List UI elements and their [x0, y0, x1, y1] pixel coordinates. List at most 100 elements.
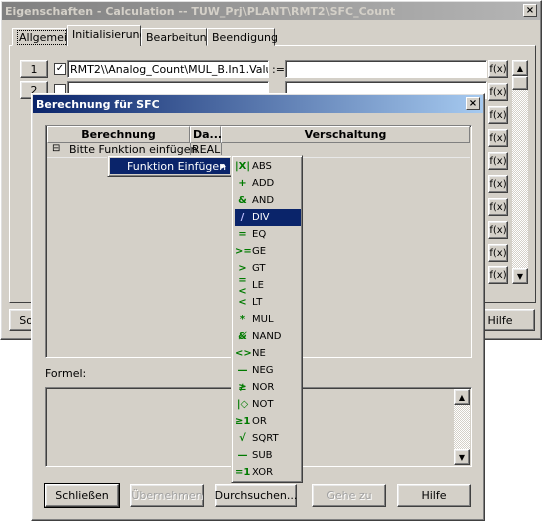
properties-close-button[interactable]: × — [523, 4, 537, 17]
scroll-down-button[interactable]: ▼ — [512, 268, 528, 284]
tab-allgemein[interactable]: Allgemein — [12, 28, 76, 46]
properties-titlebar[interactable]: Eigenschaften - Calculation -- TUW_Prj\P… — [2, 2, 540, 20]
submenu-item-lt[interactable]: < LT — [235, 294, 301, 311]
submenu-item-ne[interactable]: <> NE — [235, 345, 301, 362]
fx-button[interactable]: f(x) — [488, 106, 508, 124]
row-checkbox[interactable]: ✓ — [54, 63, 66, 75]
close-icon: × — [468, 98, 478, 109]
row-target-field[interactable] — [285, 60, 487, 78]
function-submenu: |X| ABS + ADD & AND / DIV = EQ >= GE > GT =< LE … — [231, 155, 303, 483]
fx-button[interactable]: f(x) — [488, 198, 508, 216]
row-number-button[interactable]: 1 — [20, 60, 48, 78]
submenu-item-xor[interactable]: =1 XOR — [235, 464, 301, 481]
submenu-item-label: NEG — [252, 365, 274, 376]
column-header-berechnung[interactable]: Berechnung — [47, 126, 190, 143]
submenu-item-nand[interactable]: &̸ NAND — [235, 328, 301, 345]
fx-label: f(x) — [489, 86, 507, 98]
submenu-item-label: ADD — [252, 178, 275, 189]
submenu-arrow-icon: ▸ — [220, 160, 226, 172]
tab-initialisierung-label: Initialisierung — [72, 28, 147, 41]
down-arrow-icon: ▼ — [516, 271, 524, 281]
scroll-down-button[interactable]: ▼ — [454, 449, 470, 465]
fx-button[interactable]: f(x) — [488, 244, 508, 262]
fx-button[interactable]: f(x) — [488, 60, 508, 78]
submenu-item-label: GT — [252, 263, 266, 274]
submenu-item-label: ABS — [252, 161, 272, 172]
scroll-thumb[interactable] — [512, 76, 528, 90]
help-button-label: Hilfe — [487, 313, 513, 327]
or-icon: ≥1 — [235, 416, 251, 427]
column-header-label: Da... — [193, 128, 223, 141]
properties-title: Eigenschaften - Calculation -- TUW_Prj\P… — [5, 4, 396, 18]
fx-button[interactable]: f(x) — [488, 83, 508, 101]
submenu-item-not[interactable]: |◇ NOT — [235, 396, 301, 413]
submenu-item-label: LE — [252, 280, 264, 291]
submenu-item-abs[interactable]: |X| ABS — [235, 158, 301, 175]
scroll-up-button[interactable]: ▲ — [454, 389, 470, 405]
submenu-item-or[interactable]: ≥1 OR — [235, 413, 301, 430]
dialog-title: Berechnung für SFC — [36, 97, 160, 111]
goto-label: Gehe zu — [326, 489, 372, 502]
fx-label: f(x) — [489, 178, 507, 190]
close-icon: × — [525, 5, 535, 16]
browse-button[interactable]: Durchsuchen... — [215, 484, 297, 507]
goto-button[interactable]: Gehe zu — [312, 484, 386, 507]
sub-icon: — — [237, 450, 248, 461]
fx-label: f(x) — [489, 132, 507, 144]
close-dialog-button[interactable]: Schließen — [44, 483, 120, 508]
fx-button[interactable]: f(x) — [488, 152, 508, 170]
up-arrow-icon: ▲ — [458, 392, 466, 402]
submenu-item-label: XOR — [252, 467, 274, 478]
submenu-item-nor[interactable]: ≱ NOR — [235, 379, 301, 396]
fx-button[interactable]: f(x) — [488, 129, 508, 147]
mul-icon: * — [239, 314, 246, 325]
and-icon: & — [238, 195, 247, 206]
nand-icon: &̸ — [238, 331, 247, 342]
lt-icon: < — [238, 297, 247, 308]
xor-icon: =1 — [235, 467, 251, 478]
apply-label: Übernehmen — [131, 489, 203, 502]
fx-button[interactable]: f(x) — [488, 221, 508, 239]
fx-button[interactable]: f(x) — [488, 175, 508, 193]
column-header-datatype[interactable]: Da... — [190, 126, 223, 143]
dialog-titlebar[interactable]: Berechnung für SFC — [33, 95, 483, 113]
submenu-item-neg[interactable]: — NEG — [235, 362, 301, 379]
submenu-item-sqrt[interactable]: √ SQRT — [235, 430, 301, 447]
tab-bearbeitung[interactable]: Bearbeitung — [141, 28, 214, 46]
submenu-item-label: LT — [252, 297, 263, 308]
column-header-verschaltung[interactable]: Verschaltung — [221, 126, 470, 143]
gt-icon: > — [238, 263, 247, 274]
tab-beendigung-label: Beendigung — [212, 31, 278, 44]
submenu-item-div[interactable]: / DIV — [235, 209, 301, 226]
submenu-item-label: NE — [252, 348, 266, 359]
fx-label: f(x) — [489, 63, 507, 75]
tab-initialisierung[interactable]: Initialisierung — [67, 25, 147, 46]
submenu-item-mul[interactable]: * MUL — [235, 311, 301, 328]
not-icon: |◇ — [236, 399, 249, 410]
scroll-up-button[interactable]: ▲ — [512, 60, 528, 76]
submenu-item-le[interactable]: =< LE — [235, 275, 301, 297]
tab-beendigung[interactable]: Beendigung — [207, 28, 278, 46]
add-icon: + — [238, 178, 247, 189]
submenu-item-label: GE — [252, 246, 267, 257]
column-header-label: Berechnung — [81, 128, 156, 141]
submenu-item-label: NOT — [252, 399, 274, 410]
row-value-field[interactable]: RMT2\\Analog_Count\MUL_B.In1.Value — [67, 60, 269, 78]
dialog-help-button[interactable]: Hilfe — [397, 484, 471, 507]
submenu-item-sub[interactable]: — SUB — [235, 447, 301, 464]
properties-scrollbar[interactable] — [512, 60, 528, 284]
submenu-item-eq[interactable]: = EQ — [235, 226, 301, 243]
dialog-close-button[interactable]: × — [466, 97, 480, 110]
formula-label: Formel: — [45, 367, 87, 380]
submenu-item-ge[interactable]: >= GE — [235, 243, 301, 260]
menu-item-label: Funktion Einfügen — [127, 159, 227, 173]
submenu-item-and[interactable]: & AND — [235, 192, 301, 209]
tree-expander-icon[interactable]: ⊟ — [52, 143, 60, 154]
apply-button[interactable]: Übernehmen — [130, 484, 204, 507]
menu-item-insert-function[interactable]: Funktion Einfügen ▸ — [110, 158, 230, 174]
submenu-item-add[interactable]: + ADD — [235, 175, 301, 192]
fx-label: f(x) — [489, 224, 507, 236]
nor-icon: ≱ — [238, 382, 247, 393]
close-dialog-label: Schließen — [55, 489, 109, 502]
fx-button[interactable]: f(x) — [488, 266, 508, 284]
